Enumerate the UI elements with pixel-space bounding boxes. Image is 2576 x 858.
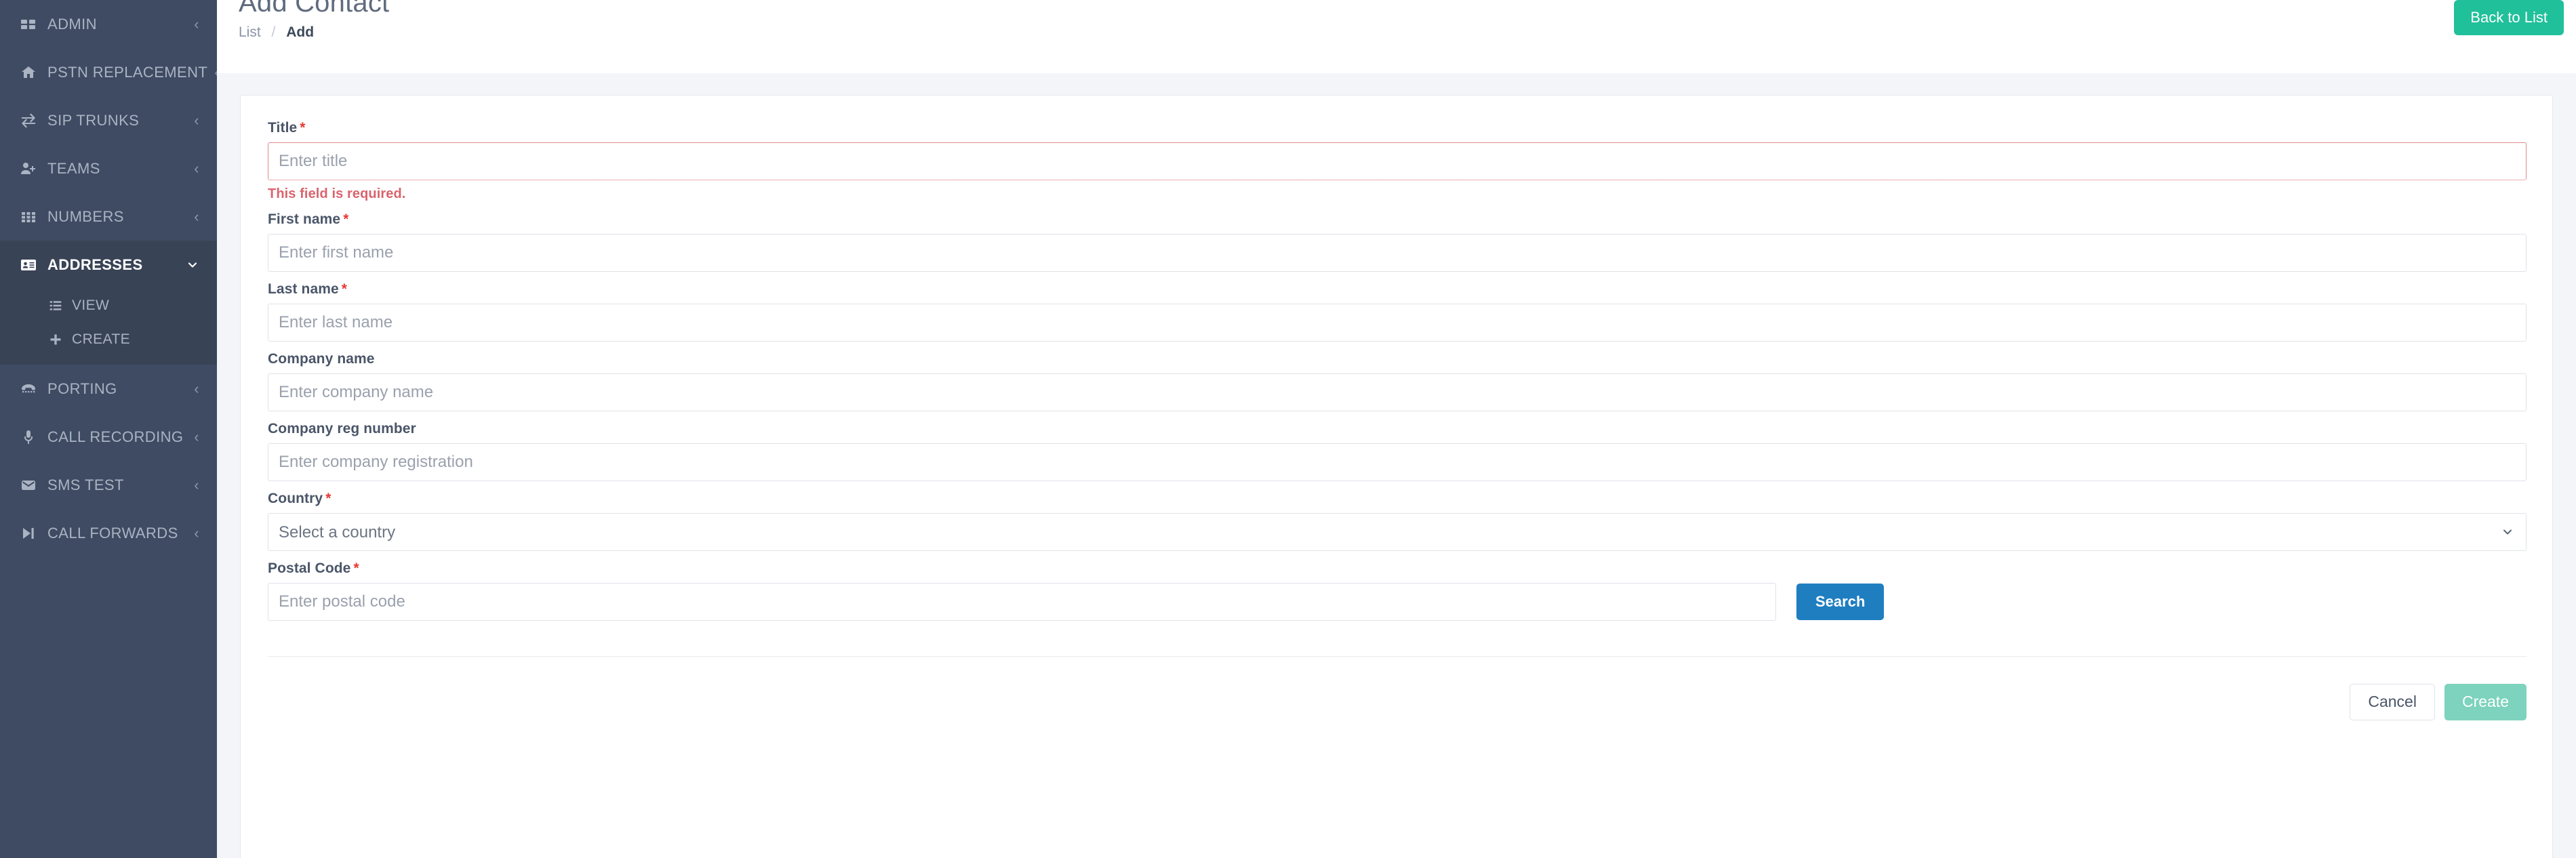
page-header: Add Contact List / Add Back to List <box>217 0 2576 73</box>
sidebar-item-label: CALL FORWARDS <box>47 524 178 542</box>
label-text: Company name <box>268 351 375 367</box>
sidebar-item-label: ADMIN <box>47 15 97 33</box>
sidebar-item-porting[interactable]: PORTING ‹ <box>0 365 217 413</box>
sidebar-item-pstn-replacement[interactable]: PSTN REPLACEMENT ‹ <box>0 48 217 96</box>
field-company-reg-number: Company reg number <box>268 421 2527 481</box>
label-text: Country <box>268 491 323 506</box>
id-card-icon <box>20 257 47 273</box>
create-button[interactable]: Create <box>2444 684 2527 720</box>
sidebar-item-call-forwards[interactable]: CALL FORWARDS ‹ <box>0 509 217 557</box>
sidebar-subitem-create[interactable]: CREATE <box>0 323 217 356</box>
form-actions: Cancel Create <box>268 684 2527 720</box>
label-text: Postal Code <box>268 560 351 576</box>
back-to-list-button[interactable]: Back to List <box>2454 0 2564 36</box>
field-country: Country * Select a country <box>268 491 2527 551</box>
form-divider <box>268 656 2527 657</box>
grid-nine-icon <box>20 209 47 225</box>
country-select[interactable]: Select a country <box>268 513 2527 551</box>
chevron-left-icon: ‹ <box>194 15 199 33</box>
sidebar-subitem-view[interactable]: VIEW <box>0 289 217 323</box>
chevron-left-icon: ‹ <box>194 111 199 129</box>
field-company-name: Company name <box>268 351 2527 411</box>
field-label-company-reg-number: Company reg number <box>268 421 2525 437</box>
chevron-left-icon: ‹ <box>194 476 199 493</box>
breadcrumb-link-list[interactable]: List <box>239 24 261 40</box>
cancel-button[interactable]: Cancel <box>2350 684 2435 720</box>
country-select-wrapper: Select a country <box>268 513 2527 551</box>
grid-icon <box>20 16 47 33</box>
field-postal-code: Postal Code* Search <box>268 560 2525 621</box>
envelope-icon <box>20 477 47 493</box>
breadcrumb-current: Add <box>286 24 315 40</box>
sidebar-item-admin[interactable]: ADMIN ‹ <box>0 0 217 48</box>
first-name-input[interactable] <box>268 234 2527 272</box>
field-label-last-name: Last name * <box>268 281 2525 298</box>
chevron-left-icon: ‹ <box>194 207 199 225</box>
breadcrumb: List / Add <box>239 24 314 41</box>
field-first-name: First name * <box>268 211 2527 272</box>
sidebar-item-numbers[interactable]: NUMBERS ‹ <box>0 192 217 241</box>
sidebar-item-addresses[interactable]: ADDRESSES <box>0 241 217 289</box>
label-text: Title <box>268 120 298 136</box>
company-reg-number-input[interactable] <box>268 443 2527 481</box>
field-label-country: Country * <box>268 491 2525 507</box>
list-icon <box>49 299 72 312</box>
sidebar-item-call-recording[interactable]: CALL RECORDING ‹ <box>0 413 217 461</box>
label-text: Company reg number <box>268 421 416 436</box>
add-contact-card: Title* This field is required. First nam… <box>240 95 2553 858</box>
sidebar-item-label: CALL RECORDING <box>47 428 184 445</box>
sidebar: ADMIN ‹ PSTN REPLACEMENT ‹ SIP TRUNKS ‹ … <box>0 0 217 858</box>
field-label-first-name: First name * <box>268 211 2525 228</box>
content-area: Title* This field is required. First nam… <box>217 73 2576 858</box>
sidebar-subitem-label: CREATE <box>72 331 131 347</box>
required-asterisk: * <box>353 560 359 576</box>
field-last-name: Last name * <box>268 281 2527 342</box>
sidebar-item-sip-trunks[interactable]: SIP TRUNKS ‹ <box>0 96 217 144</box>
sidebar-item-label: SMS TEST <box>47 476 124 493</box>
required-asterisk: * <box>343 211 349 227</box>
sidebar-submenu-addresses: VIEW CREATE <box>0 289 217 365</box>
chevron-left-icon: ‹ <box>194 428 199 445</box>
postal-code-row: Search <box>268 583 2525 621</box>
chevron-left-icon: ‹ <box>194 524 199 542</box>
plus-icon <box>49 333 72 346</box>
label-text: Last name <box>268 281 339 297</box>
title-input[interactable] <box>268 142 2527 180</box>
required-asterisk: * <box>300 120 306 136</box>
sidebar-item-label: TEAMS <box>47 159 100 177</box>
required-asterisk: * <box>341 281 348 297</box>
main-content: Add Contact List / Add Back to List Titl… <box>217 0 2576 858</box>
page-title: Add Contact <box>239 0 390 18</box>
sidebar-item-label: NUMBERS <box>47 207 124 225</box>
postal-code-input[interactable] <box>268 583 1776 621</box>
sidebar-item-label: PSTN REPLACEMENT <box>47 63 208 81</box>
title-error-message: This field is required. <box>268 186 406 201</box>
sidebar-item-sms-test[interactable]: SMS TEST ‹ <box>0 461 217 509</box>
forward-step-icon <box>20 525 47 542</box>
home-icon <box>20 64 47 81</box>
sidebar-item-label: SIP TRUNKS <box>47 111 140 129</box>
microphone-icon <box>20 429 47 445</box>
exchange-arrows-icon <box>20 113 47 129</box>
field-title: Title* This field is required. <box>268 120 2527 202</box>
sidebar-subitem-label: VIEW <box>72 298 110 313</box>
chevron-left-icon: ‹ <box>194 159 199 177</box>
label-text: First name <box>268 211 341 227</box>
app-root: ADMIN ‹ PSTN REPLACEMENT ‹ SIP TRUNKS ‹ … <box>0 0 2576 858</box>
last-name-input[interactable] <box>268 304 2527 342</box>
required-asterisk: * <box>325 491 331 506</box>
user-plus-icon <box>20 161 47 177</box>
breadcrumb-separator: / <box>271 24 276 40</box>
phone-keypad-icon <box>20 381 47 397</box>
search-button[interactable]: Search <box>1796 583 1885 621</box>
sidebar-item-label: PORTING <box>47 380 117 397</box>
sidebar-item-teams[interactable]: TEAMS ‹ <box>0 144 217 192</box>
field-label-company-name: Company name <box>268 351 2525 367</box>
chevron-down-icon <box>186 258 199 272</box>
sidebar-item-label: ADDRESSES <box>47 256 143 273</box>
company-name-input[interactable] <box>268 373 2527 411</box>
chevron-left-icon: ‹ <box>194 380 199 397</box>
field-label-postal-code: Postal Code * <box>268 560 2525 577</box>
field-label-title: Title * <box>268 120 2525 136</box>
